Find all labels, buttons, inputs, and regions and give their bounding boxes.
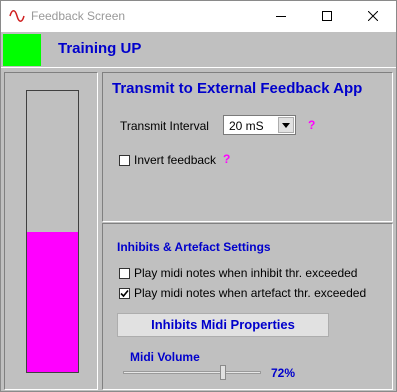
midi-volume-label: Midi Volume [130, 350, 200, 364]
inhibits-midi-properties-button[interactable]: Inhibits Midi Properties [117, 313, 329, 337]
slider-thumb[interactable] [220, 365, 227, 380]
window-title: Feedback Screen [31, 9, 126, 23]
artefact-midi-label: Play midi notes when artefact thr. excee… [134, 286, 367, 300]
inhibits-panel: Inhibits & Artefact Settings Play midi n… [102, 223, 393, 390]
inhibits-section-title: Inhibits & Artefact Settings [117, 240, 271, 254]
chevron-down-icon [282, 123, 290, 128]
midi-volume-value: 72% [271, 366, 296, 380]
transmit-interval-value: 20 mS [229, 119, 264, 133]
slider-track[interactable] [123, 371, 261, 374]
transmit-interval-label: Transmit Interval [120, 119, 209, 133]
maximize-icon [322, 11, 332, 21]
minimize-icon [276, 16, 286, 17]
feedback-bar-fill [27, 231, 78, 372]
check-icon [120, 289, 129, 298]
transmit-interval-select[interactable]: 20 mS [223, 115, 296, 135]
dropdown-button[interactable] [278, 117, 294, 133]
waveform-icon [9, 9, 25, 23]
invert-feedback-label: Invert feedback [134, 153, 217, 167]
feedback-meter-panel [4, 72, 98, 390]
minimize-button[interactable] [258, 1, 304, 32]
feedback-window: Feedback Screen Training UP Transmit to … [0, 0, 397, 392]
inhibit-midi-checkbox[interactable] [119, 268, 130, 279]
transmit-panel: Transmit to External Feedback App Transm… [102, 72, 393, 222]
feedback-bar [26, 90, 79, 373]
artefact-midi-checkbox[interactable] [119, 288, 130, 299]
title-bar[interactable]: Feedback Screen [1, 1, 396, 32]
close-icon [368, 11, 378, 21]
invert-feedback-help[interactable]: ? [223, 152, 230, 166]
status-indicator [3, 34, 41, 66]
transmit-interval-help[interactable]: ? [308, 118, 315, 132]
close-button[interactable] [350, 1, 396, 32]
midi-volume-slider[interactable] [121, 364, 263, 382]
transmit-section-title: Transmit to External Feedback App [112, 80, 363, 97]
training-status-bar: Training UP [1, 32, 396, 68]
maximize-button[interactable] [304, 1, 350, 32]
inhibit-midi-label: Play midi notes when inhibit thr. exceed… [134, 266, 358, 280]
training-status-text: Training UP [58, 40, 142, 57]
invert-feedback-checkbox[interactable] [119, 155, 130, 166]
